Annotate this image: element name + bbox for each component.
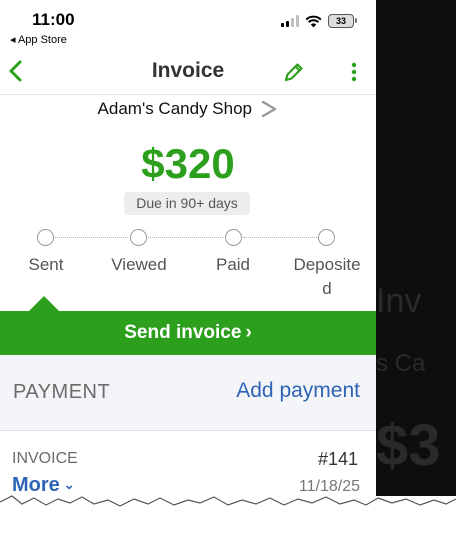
more-vertical-icon[interactable] xyxy=(346,60,362,84)
status-icons: 33 xyxy=(281,14,357,28)
step-label-sent: Sent xyxy=(28,255,64,274)
step-connector xyxy=(243,237,317,238)
divider xyxy=(0,430,376,431)
step-paid-dot xyxy=(225,229,242,246)
signal-icon xyxy=(281,15,299,27)
step-label-deposited: Deposite xyxy=(293,255,361,274)
invoice-amount: $320 xyxy=(141,140,235,187)
wifi-icon xyxy=(305,15,322,27)
background-ghost-text: $3 xyxy=(376,413,441,478)
step-viewed-dot xyxy=(130,229,147,246)
step-connector xyxy=(148,237,223,238)
chevron-right-icon: › xyxy=(245,322,252,343)
page-title: Invoice xyxy=(151,59,225,82)
payment-section: PAYMENT Add payment xyxy=(0,355,376,431)
step-deposited-dot xyxy=(318,229,335,246)
invoice-heading: INVOICE xyxy=(12,450,78,467)
due-status-badge: Due in 90+ days xyxy=(124,192,250,215)
step-connector xyxy=(55,237,128,238)
invoice-number: #141 xyxy=(317,449,358,469)
step-label-viewed: Viewed xyxy=(111,255,167,274)
step-sent-dot xyxy=(37,229,54,246)
chevron-right-icon xyxy=(262,100,277,118)
torn-edge-border xyxy=(0,495,456,520)
send-bar-pointer xyxy=(29,296,59,311)
status-time: 11:00 xyxy=(32,10,75,29)
background-ghost-text: s Ca xyxy=(376,350,426,377)
navigation-bar: Invoice xyxy=(0,50,376,94)
step-label-deposited-wrap: d xyxy=(322,279,332,298)
step-label-paid: Paid xyxy=(215,255,251,274)
add-payment-button[interactable]: Add payment xyxy=(236,379,360,403)
customer-name: Adam's Candy Shop xyxy=(97,99,252,118)
back-to-app-store-link[interactable]: ◂ App Store xyxy=(10,33,67,46)
background-ghost-text: Inv xyxy=(376,282,422,320)
invoice-screen: 11:00 ◂ App Store 33 Invoice Adam's Cand xyxy=(0,0,376,505)
background-screenshot: Inv s Ca $3 xyxy=(376,0,456,539)
divider xyxy=(0,94,376,95)
customer-link[interactable]: Adam's Candy Shop xyxy=(0,99,376,125)
pencil-icon[interactable] xyxy=(282,60,306,84)
send-invoice-label: Send invoice xyxy=(124,322,242,343)
payment-heading: PAYMENT xyxy=(13,381,111,403)
send-invoice-button[interactable]: Send invoice › xyxy=(0,311,376,355)
battery-icon: 33 xyxy=(328,14,357,28)
